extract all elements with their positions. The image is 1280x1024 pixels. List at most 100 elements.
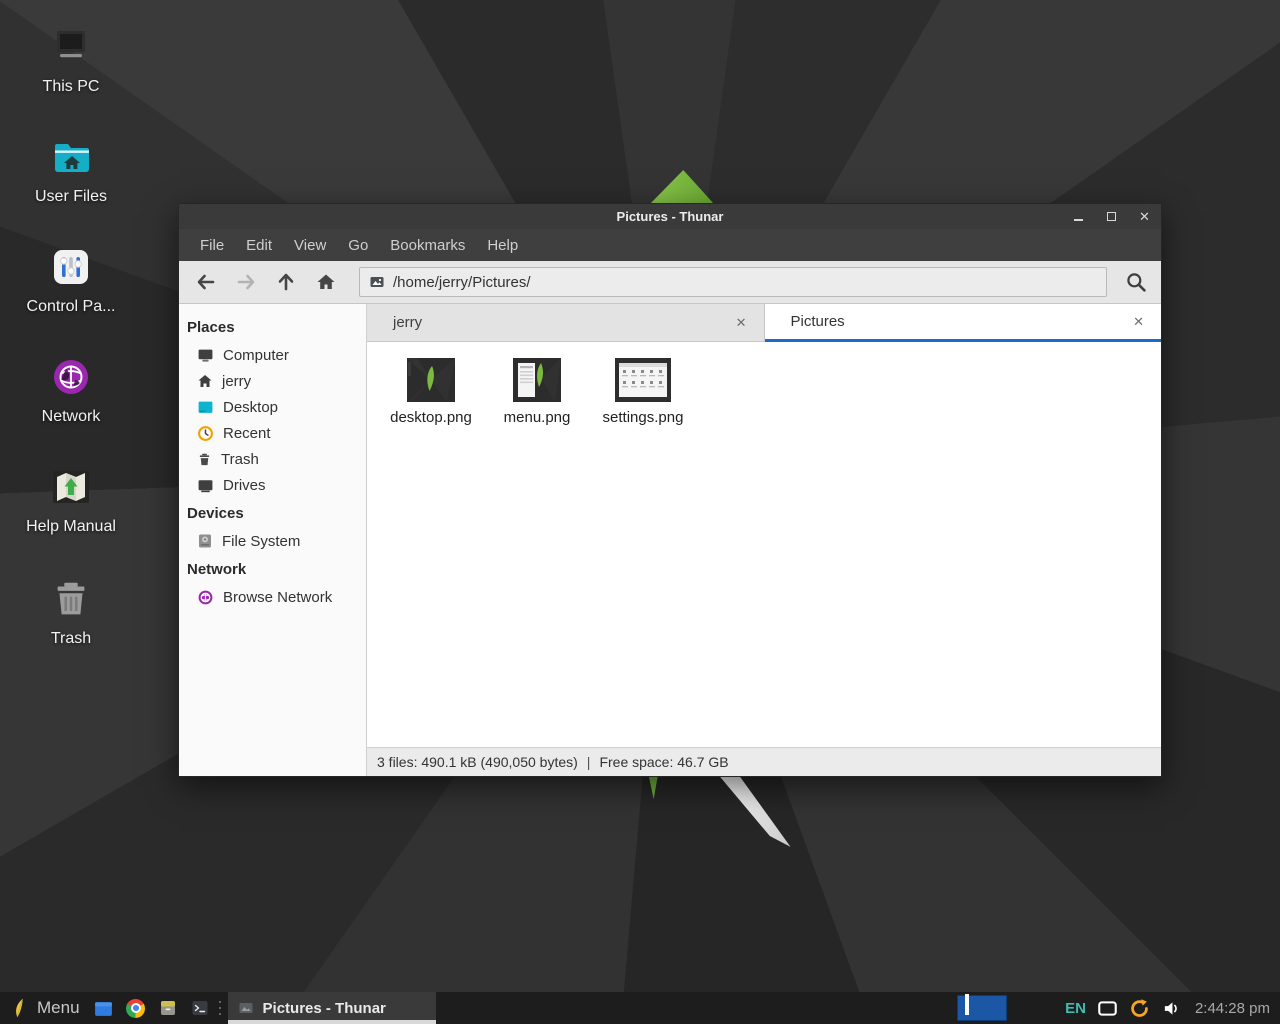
status-bar: 3 files: 490.1 kB (490,050 bytes) | Free… bbox=[367, 747, 1161, 776]
location-bar[interactable]: /home/jerry/Pictures/ bbox=[359, 267, 1107, 297]
desktop-icon-control-panel[interactable]: Control Pa... bbox=[15, 242, 127, 316]
handle-dots-icon bbox=[218, 1000, 222, 1016]
drives-icon bbox=[197, 477, 214, 494]
network-header: Network bbox=[179, 554, 366, 584]
forward-button[interactable] bbox=[227, 265, 265, 299]
menu-png-thumbnail bbox=[513, 354, 561, 402]
keyboard-layout-indicator[interactable]: EN bbox=[1059, 992, 1092, 1024]
file-menu-png[interactable]: menu.png bbox=[487, 354, 587, 426]
sidebar-item-computer[interactable]: Computer bbox=[179, 342, 366, 368]
desktop-icon-label: Control Pa... bbox=[27, 298, 116, 316]
minimize-icon bbox=[1074, 219, 1083, 221]
tab-jerry[interactable]: jerry ✕ bbox=[367, 304, 765, 342]
forward-arrow-icon bbox=[236, 272, 256, 292]
tab-pictures[interactable]: Pictures ✕ bbox=[765, 304, 1162, 342]
back-button[interactable] bbox=[187, 265, 225, 299]
up-button[interactable] bbox=[267, 265, 305, 299]
terminal-launcher[interactable] bbox=[184, 992, 216, 1024]
sidebar-item-jerry[interactable]: jerry bbox=[179, 368, 366, 394]
tasklist-handle[interactable] bbox=[216, 992, 224, 1024]
tab-close-icon[interactable]: ✕ bbox=[1128, 312, 1149, 332]
display-icon bbox=[1098, 1001, 1117, 1016]
desktop-icon-label: Network bbox=[42, 408, 101, 426]
window-title: Pictures - Thunar bbox=[179, 209, 1161, 224]
distro-feather-icon bbox=[10, 997, 30, 1019]
free-space: Free space: 46.7 GB bbox=[599, 754, 728, 770]
places-header: Places bbox=[179, 312, 366, 342]
desktop-icon-label: User Files bbox=[35, 188, 107, 206]
search-button[interactable] bbox=[1117, 265, 1155, 299]
file-desktop-png[interactable]: desktop.png bbox=[381, 354, 481, 426]
help-manual-icon bbox=[46, 462, 96, 512]
recent-clock-icon bbox=[197, 425, 214, 442]
sidebar-item-desktop[interactable]: Desktop bbox=[179, 394, 366, 420]
tab-close-icon[interactable]: ✕ bbox=[731, 313, 752, 333]
terminal-icon bbox=[190, 998, 210, 1018]
sidebar-item-drives[interactable]: Drives bbox=[179, 472, 366, 498]
maximize-button[interactable] bbox=[1095, 204, 1128, 229]
sidebar-item-file-system[interactable]: File System bbox=[179, 528, 366, 554]
volume-tray-item[interactable] bbox=[1156, 992, 1187, 1024]
menu-view[interactable]: View bbox=[283, 233, 337, 258]
file-view[interactable]: desktop.png menu.png settings.png bbox=[367, 342, 1161, 747]
trash-icon bbox=[197, 452, 212, 467]
workspace-switcher[interactable] bbox=[957, 995, 1007, 1021]
chrome-launcher[interactable] bbox=[120, 992, 152, 1024]
thunar-window: Pictures - Thunar ✕ File Edit View Go Bo… bbox=[178, 203, 1162, 777]
taskbar: Menu Pictures - Thunar EN 2:44:28 pm bbox=[0, 992, 1280, 1024]
menu-button[interactable]: Menu bbox=[6, 992, 88, 1024]
clock[interactable]: 2:44:28 pm bbox=[1187, 1000, 1280, 1017]
computer-icon bbox=[197, 347, 214, 364]
menubar: File Edit View Go Bookmarks Help bbox=[179, 229, 1161, 261]
settings-png-thumbnail bbox=[615, 354, 671, 402]
desktop-icon-network[interactable]: Network bbox=[15, 352, 127, 426]
menu-edit[interactable]: Edit bbox=[235, 233, 283, 258]
workspace-window-preview bbox=[965, 994, 969, 1015]
menu-go[interactable]: Go bbox=[337, 233, 379, 258]
home-button[interactable] bbox=[307, 265, 345, 299]
file-cabinet-icon bbox=[158, 998, 178, 1018]
sidebar-item-trash[interactable]: Trash bbox=[179, 446, 366, 472]
file-count-size: 3 files: 490.1 kB (490,050 bytes) bbox=[377, 754, 578, 770]
devices-header: Devices bbox=[179, 498, 366, 528]
chrome-icon bbox=[126, 999, 145, 1018]
display-tray-item[interactable] bbox=[1092, 992, 1123, 1024]
search-icon bbox=[1125, 271, 1147, 293]
control-panel-icon bbox=[46, 242, 96, 292]
close-button[interactable]: ✕ bbox=[1128, 204, 1161, 229]
file-manager-launcher[interactable] bbox=[88, 992, 120, 1024]
desktop-icon-label: Help Manual bbox=[26, 518, 116, 536]
task-button-thunar[interactable]: Pictures - Thunar bbox=[228, 992, 436, 1024]
sidebar-item-browse-network[interactable]: Browse Network bbox=[179, 584, 366, 610]
current-path: /home/jerry/Pictures/ bbox=[393, 274, 531, 291]
archive-launcher[interactable] bbox=[152, 992, 184, 1024]
desktop-icon-user-files[interactable]: User Files bbox=[15, 132, 127, 206]
up-arrow-icon bbox=[276, 272, 296, 292]
desktop-icon-this-pc[interactable]: This PC bbox=[15, 22, 127, 96]
titlebar[interactable]: Pictures - Thunar ✕ bbox=[179, 204, 1161, 229]
trash-icon bbox=[46, 574, 96, 624]
file-settings-png[interactable]: settings.png bbox=[593, 354, 693, 426]
browse-network-globe-icon bbox=[197, 589, 214, 606]
desktop-icon-label: Trash bbox=[51, 630, 91, 648]
menu-bookmarks[interactable]: Bookmarks bbox=[379, 233, 476, 258]
speaker-icon bbox=[1162, 999, 1181, 1018]
desktop-icon-trash[interactable]: Trash bbox=[15, 574, 127, 648]
status-separator: | bbox=[587, 754, 591, 770]
desktop-icon bbox=[197, 399, 214, 416]
tab-bar: jerry ✕ Pictures ✕ bbox=[367, 304, 1161, 342]
minimize-button[interactable] bbox=[1062, 204, 1095, 229]
desktop-icon-help-manual[interactable]: Help Manual bbox=[15, 462, 127, 536]
side-pane: Places Computer jerry Desktop Recent Tra… bbox=[179, 304, 367, 776]
menu-help[interactable]: Help bbox=[476, 233, 529, 258]
image-file-icon bbox=[369, 274, 385, 290]
home-icon bbox=[316, 272, 336, 292]
desktop-png-thumbnail bbox=[407, 354, 455, 402]
menu-file[interactable]: File bbox=[189, 233, 235, 258]
update-manager-tray-item[interactable] bbox=[1123, 992, 1156, 1024]
sidebar-item-recent[interactable]: Recent bbox=[179, 420, 366, 446]
blue-window-icon bbox=[93, 998, 114, 1019]
network-globe-icon bbox=[46, 352, 96, 402]
update-refresh-icon bbox=[1129, 998, 1150, 1019]
home-icon bbox=[197, 373, 213, 389]
